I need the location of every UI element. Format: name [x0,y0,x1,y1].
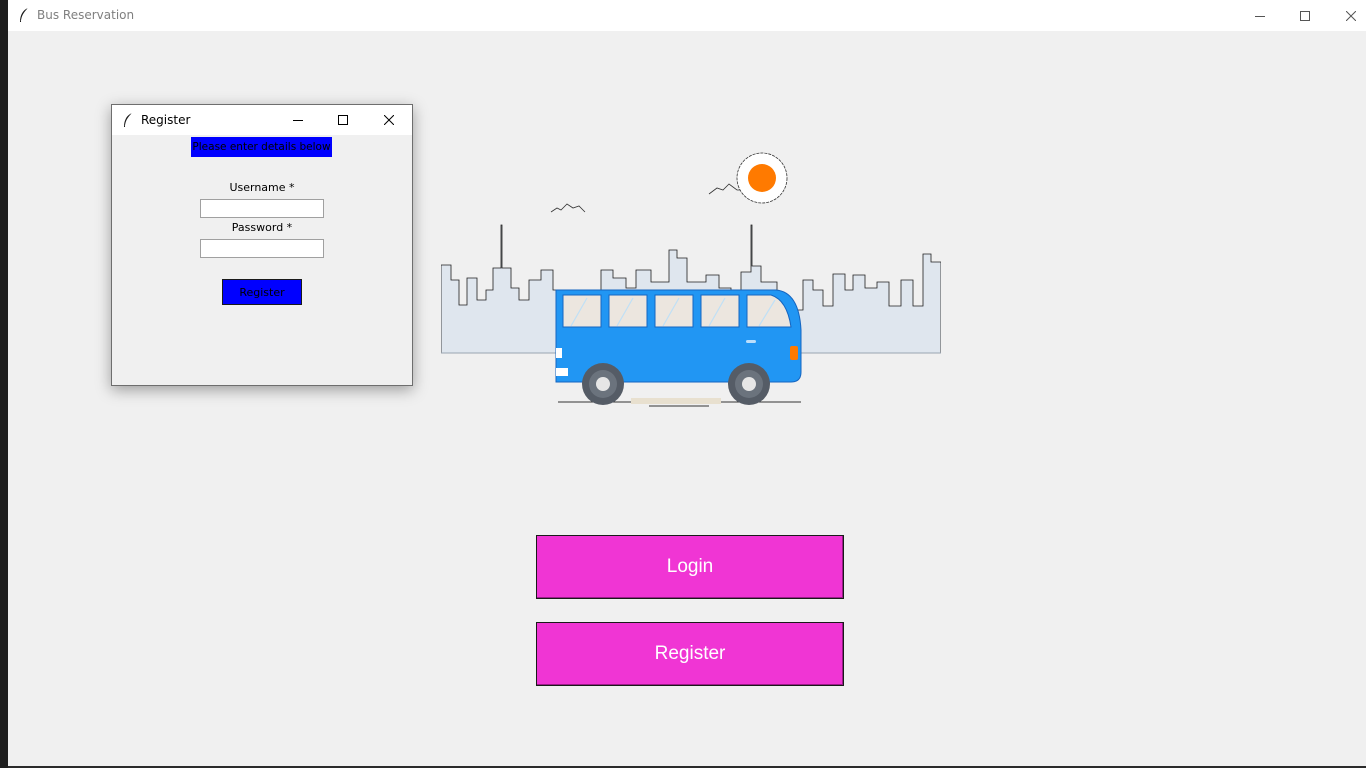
instruction-banner: Please enter details below [191,137,332,157]
password-label: Password * [231,221,293,234]
register-button[interactable]: Register [536,622,844,686]
dialog-titlebar[interactable]: Register [112,105,412,135]
bus [555,289,802,405]
register-dialog: Register Please enter details below User… [111,104,413,386]
feather-icon [20,7,29,22]
close-icon [1346,10,1356,21]
close-icon [384,115,394,125]
maximize-icon [338,115,348,125]
minimize-icon [1255,15,1265,17]
main-window-title: Bus Reservation [37,8,135,22]
password-input[interactable] [200,239,324,258]
close-button[interactable] [1328,0,1366,31]
dialog-minimize-button[interactable] [275,105,321,135]
login-button[interactable]: Login [536,535,844,599]
dialog-register-button[interactable]: Register [222,279,302,305]
minimize-button[interactable] [1237,0,1283,31]
username-input[interactable] [200,199,324,218]
sun [748,164,776,192]
main-titlebar[interactable]: Bus Reservation [8,0,1366,31]
username-label: Username * [229,181,295,194]
bus-city-illustration [441,152,941,407]
desktop-background [0,0,8,768]
feather-icon [124,112,133,127]
minimize-icon [293,120,303,121]
dialog-maximize-button[interactable] [320,105,366,135]
maximize-button[interactable] [1282,0,1328,31]
maximize-icon [1300,10,1310,21]
dialog-close-button[interactable] [366,105,412,135]
cloud [550,203,586,213]
dialog-title: Register [141,113,191,127]
